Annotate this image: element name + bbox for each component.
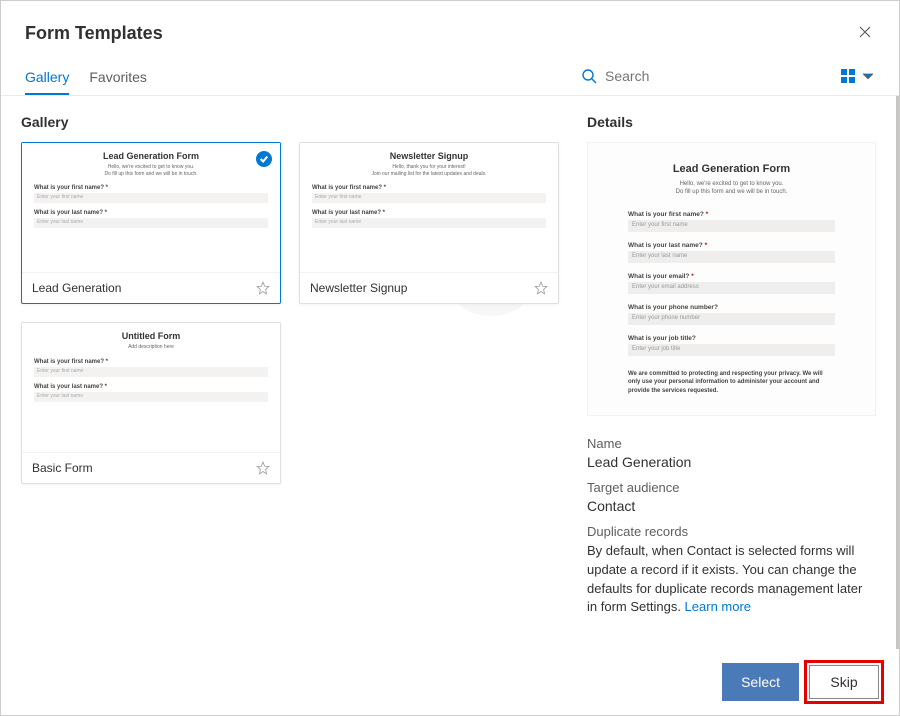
- card-preview-title: Untitled Form: [34, 331, 268, 341]
- card-preview-sub: Hello, thank you for your interest!Join …: [312, 164, 546, 177]
- select-button[interactable]: Select: [722, 663, 799, 701]
- preview-field-label: What is your phone number?: [628, 304, 835, 311]
- audience-value: Contact: [587, 498, 876, 514]
- preview-field-input: Enter your phone number: [628, 313, 835, 325]
- tab-favorites[interactable]: Favorites: [89, 61, 147, 95]
- preview-field-input: Enter your first name: [628, 220, 835, 232]
- search-box[interactable]: [581, 68, 821, 88]
- template-card[interactable]: Newsletter Signup Hello, thank you for yo…: [299, 142, 559, 304]
- details-preview: Lead Generation Form Hello, we're excite…: [587, 142, 876, 416]
- card-preview: Newsletter Signup Hello, thank you for yo…: [300, 143, 558, 273]
- search-icon: [581, 68, 597, 84]
- favorite-star-icon[interactable]: [534, 281, 548, 295]
- close-icon[interactable]: [855, 21, 875, 45]
- card-preview-sub: Add description here: [34, 344, 268, 351]
- template-card[interactable]: Lead Generation Form Hello, we're excited…: [21, 142, 281, 304]
- favorite-star-icon[interactable]: [256, 461, 270, 475]
- card-preview-title: Newsletter Signup: [312, 151, 546, 161]
- card-preview-sub: Hello, we're excited to get to know you.…: [34, 164, 268, 177]
- preview-field-label: What is your job title?: [628, 335, 835, 342]
- gallery-heading: Gallery: [21, 114, 559, 130]
- skip-button[interactable]: Skip: [809, 665, 879, 699]
- duplicate-label: Duplicate records: [587, 524, 876, 539]
- name-label: Name: [587, 436, 876, 451]
- grid-icon: [841, 69, 855, 83]
- preview-field-label: What is your last name? *: [628, 242, 835, 249]
- preview-field-label: What is your email? *: [628, 273, 835, 280]
- card-name: Basic Form: [32, 461, 93, 475]
- audience-label: Target audience: [587, 480, 876, 495]
- favorite-star-icon[interactable]: [256, 281, 270, 295]
- card-preview: Lead Generation Form Hello, we're excited…: [22, 143, 280, 273]
- preview-subtitle: Hello, we're excited to get to know you.…: [628, 180, 835, 197]
- preview-field-label: What is your first name? *: [628, 211, 835, 218]
- skip-highlight: Skip: [807, 663, 881, 701]
- card-name: Newsletter Signup: [310, 281, 407, 295]
- preview-field-input: Enter your email address: [628, 282, 835, 294]
- preview-field-input: Enter your last name: [628, 251, 835, 263]
- details-heading: Details: [587, 114, 876, 130]
- card-name: Lead Generation: [32, 281, 121, 295]
- template-card[interactable]: Untitled FormAdd description hereWhat is…: [21, 322, 281, 484]
- name-value: Lead Generation: [587, 454, 876, 470]
- chevron-down-icon: [861, 69, 875, 83]
- card-preview: Untitled FormAdd description hereWhat is…: [22, 323, 280, 453]
- preview-footer: We are committed to protecting and respe…: [628, 370, 835, 395]
- card-preview-title: Lead Generation Form: [34, 151, 268, 161]
- tab-gallery[interactable]: Gallery: [25, 61, 69, 95]
- preview-title: Lead Generation Form: [628, 163, 835, 175]
- search-input[interactable]: [605, 68, 785, 84]
- view-toggle[interactable]: [841, 69, 875, 87]
- learn-more-link[interactable]: Learn more: [685, 599, 751, 614]
- preview-field-input: Enter your job title: [628, 344, 835, 356]
- selected-check-icon: [256, 151, 272, 167]
- duplicate-body: By default, when Contact is selected for…: [587, 542, 876, 617]
- dialog-title: Form Templates: [25, 23, 163, 44]
